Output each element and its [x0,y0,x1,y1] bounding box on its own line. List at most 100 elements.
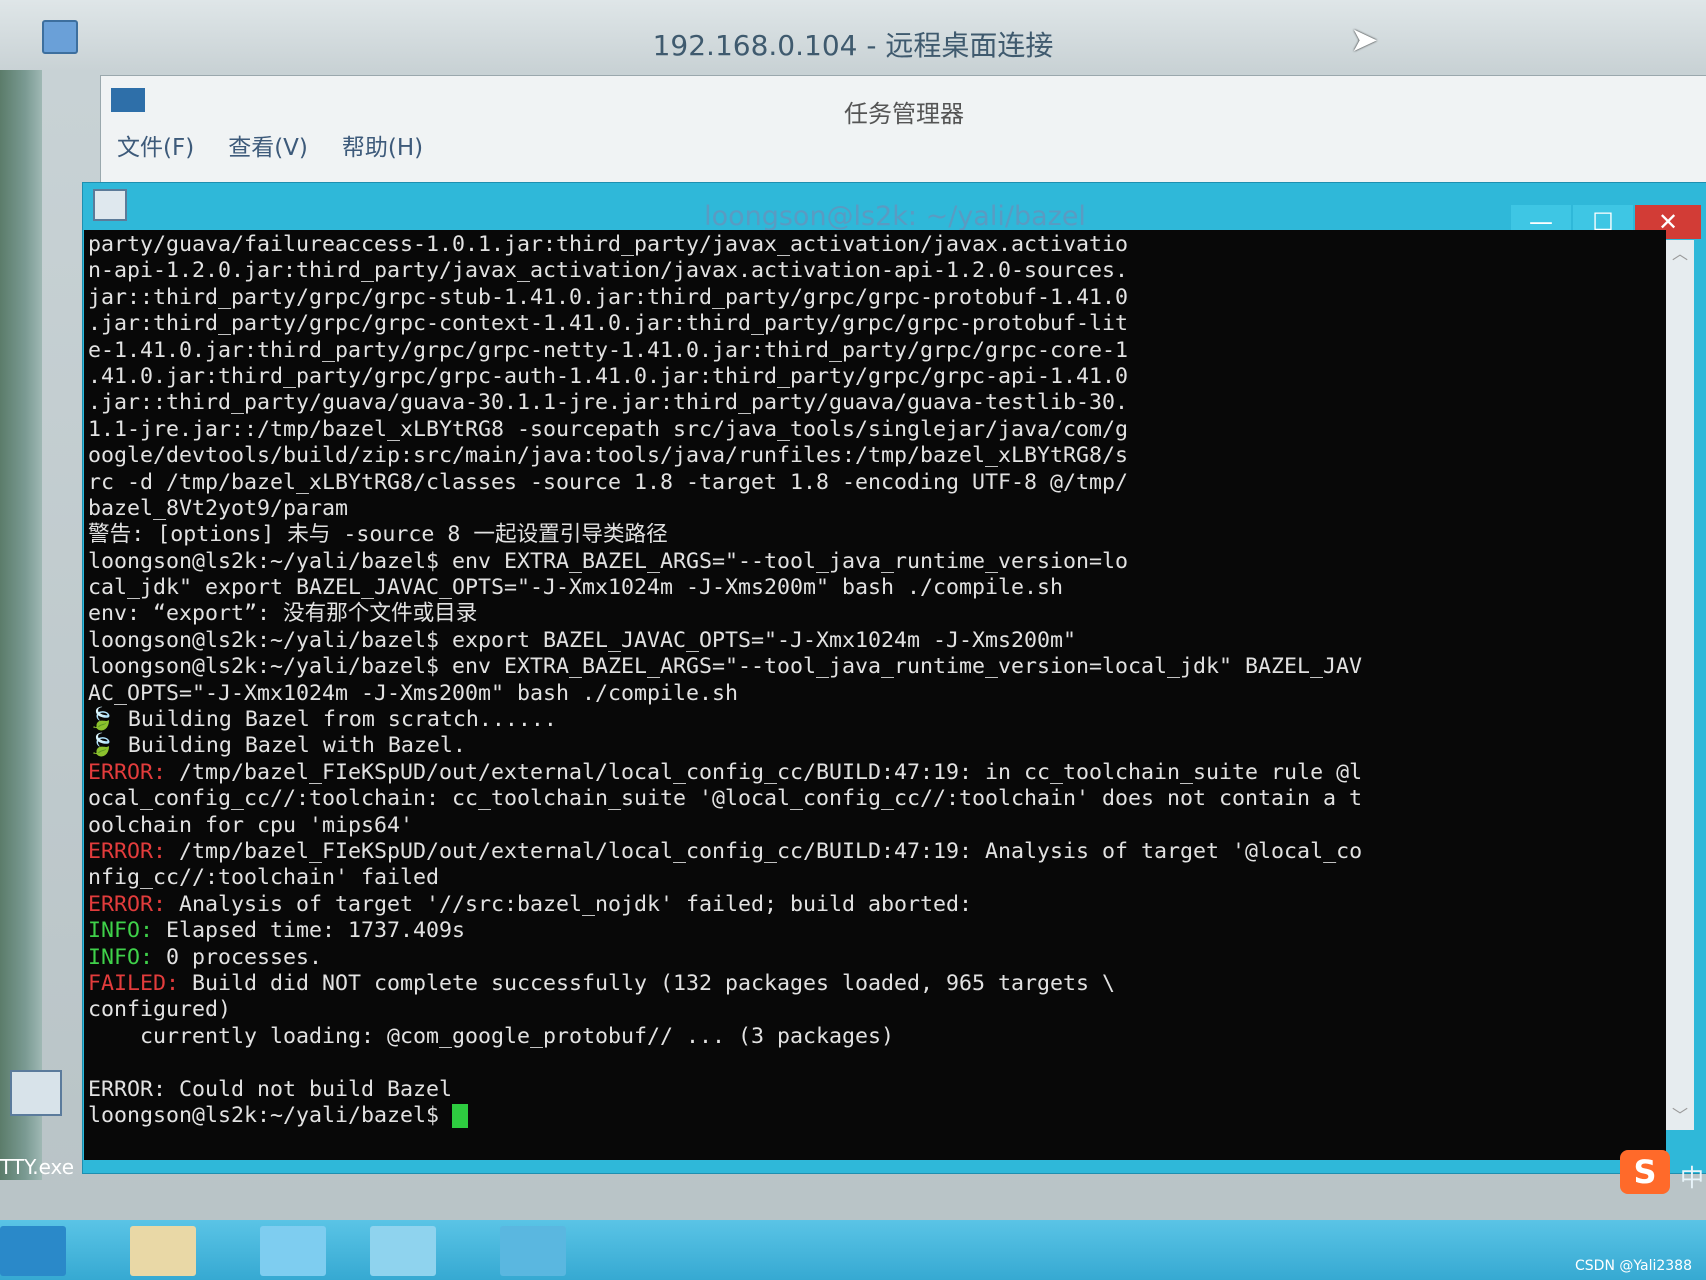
menu-help[interactable]: 帮助(H) [342,128,423,162]
rdp-titlebar: 192.168.0.104 - 远程桌面连接 ➤ [0,0,1706,70]
terminal-line-text: nfig_cc//:toolchain' failed [88,865,440,891]
terminal-line: currently loading: @com_google_protobuf/… [88,1024,1362,1050]
menu-file[interactable]: 文件(F) [117,128,194,162]
terminal-line-text: loongson@ls2k:~/yali/bazel$ env EXTRA_BA… [88,548,1129,574]
terminal-line: AC_OPTS="-J-Xmx1024m -J-Xms200m" bash ./… [88,681,1362,707]
rdp-title: 192.168.0.104 - 远程桌面连接 [652,29,1054,62]
terminal-line: oogle/devtools/build/zip:src/main/java:t… [88,443,1362,469]
terminal-line: loongson@ls2k:~/yali/bazel$ env EXTRA_BA… [88,654,1362,680]
terminal-line-text: currently loading: @com_google_protobuf/… [88,1023,895,1049]
terminal-line: cal_jdk" export BAZEL_JAVAC_OPTS="-J-Xmx… [88,575,1362,601]
terminal-line: 警告: [options] 未与 -source 8 一起设置引导类路径 [88,522,1362,548]
terminal-line: bazel_8Vt2yot9/param [88,496,1362,522]
terminal-line: INFO: Elapsed time: 1737.409s [88,918,1362,944]
terminal-line-text: 🍃 Building Bazel with Bazel. [88,733,466,759]
terminal-line: 🍃 Building Bazel with Bazel. [88,733,1362,759]
taskbar [0,1220,1706,1280]
terminal-line: ERROR: /tmp/bazel_FIeKSpUD/out/external/… [88,839,1362,865]
taskbar-putty-button[interactable] [370,1226,436,1276]
log-level-label: ERROR: [88,891,167,917]
task-manager-window: 任务管理器 文件(F) 查看(V) 帮助(H) [100,75,1706,187]
terminal-line: rc -d /tmp/bazel_xLBYtRG8/classes -sourc… [88,470,1362,496]
terminal-lines: party/guava/failureaccess-1.0.1.jar:thir… [88,232,1362,1129]
terminal-line: .jar::third_party/guava/guava-30.1.1-jre… [88,390,1362,416]
terminal-line-text: oolchain for cpu 'mips64' [88,812,414,838]
taskbar-explorer-button[interactable] [130,1226,196,1276]
desktop-background-strip [0,70,42,1180]
terminal-line: 1.1-jre.jar::/tmp/bazel_xLBYtRG8 -source… [88,417,1362,443]
terminal-line-text: ocal_config_cc//:toolchain: cc_toolchain… [88,786,1363,812]
mouse-pointer-icon: ➤ [1350,20,1379,60]
terminal-line: n-api-1.2.0.jar:third_party/javax_activa… [88,258,1362,284]
menu-view[interactable]: 查看(V) [228,128,308,162]
terminal-line-text: party/guava/failureaccess-1.0.1.jar:thir… [88,232,1129,257]
terminal-line: nfig_cc//:toolchain' failed [88,865,1362,891]
terminal-line-text: jar::third_party/grpc/grpc-stub-1.41.0.j… [88,284,1129,310]
terminal-line-text: bazel_8Vt2yot9/param [88,495,349,521]
terminal-line-text: loongson@ls2k:~/yali/bazel$ env EXTRA_BA… [88,654,1363,680]
terminal-cursor [452,1103,469,1128]
task-manager-title: 任务管理器 [844,100,964,128]
terminal-line-text: 0 processes. [153,944,323,970]
putty-desktop-label[interactable]: TTY.exe [0,1155,74,1179]
terminal-line: 🍃 Building Bazel from scratch...... [88,707,1362,733]
terminal-line-text: cal_jdk" export BAZEL_JAVAC_OPTS="-J-Xmx… [88,575,1064,601]
terminal-line-text: Build did NOT complete successfully (132… [179,970,1116,996]
terminal-line: loongson@ls2k:~/yali/bazel$ env EXTRA_BA… [88,549,1362,575]
terminal-line-text: configured) [88,997,232,1023]
terminal-line-text: 警告: [options] 未与 -source 8 一起设置引导类路径 [88,522,668,548]
start-button[interactable] [0,1226,66,1276]
putty-desktop-icon[interactable] [10,1070,62,1116]
terminal-line: ERROR: Analysis of target '//src:bazel_n… [88,892,1362,918]
log-level-label: INFO: [88,944,154,970]
terminal-line-text: Analysis of target '//src:bazel_nojdk' f… [166,891,973,917]
terminal-line: env: “export”: 没有那个文件或目录 [88,601,1362,627]
terminal-line: oolchain for cpu 'mips64' [88,813,1362,839]
putty-title: loongson@ls2k: ~/yali/bazel [704,201,1086,232]
task-manager-menubar: 文件(F) 查看(V) 帮助(H) [117,128,423,162]
taskbar-browser-button[interactable] [260,1226,326,1276]
terminal-line-text: .jar:third_party/grpc/grpc-context-1.41.… [88,311,1129,337]
terminal-line: INFO: 0 processes. [88,945,1362,971]
terminal-line: .41.0.jar:third_party/grpc/grpc-auth-1.4… [88,364,1362,390]
terminal-line-text: rc -d /tmp/bazel_xLBYtRG8/classes -sourc… [88,469,1129,495]
terminal-line: loongson@ls2k:~/yali/bazel$ export BAZEL… [88,628,1362,654]
watermark: CSDN @Yali2388 [1575,1258,1692,1274]
terminal-line: ERROR: /tmp/bazel_FIeKSpUD/out/external/… [88,760,1362,786]
terminal-line-text: /tmp/bazel_FIeKSpUD/out/external/local_c… [166,759,1363,785]
terminal-line-text: /tmp/bazel_FIeKSpUD/out/external/local_c… [166,838,1363,864]
log-level-label: FAILED: [88,970,180,996]
ime-indicator[interactable]: 中 [1680,1158,1704,1193]
scroll-up-icon[interactable]: ︿ [1666,240,1694,268]
terminal-line: ocal_config_cc//:toolchain: cc_toolchain… [88,786,1362,812]
taskbar-app-button[interactable] [500,1226,566,1276]
terminal-line: jar::third_party/grpc/grpc-stub-1.41.0.j… [88,285,1362,311]
terminal-line: .jar:third_party/grpc/grpc-context-1.41.… [88,311,1362,337]
terminal-line-text: .41.0.jar:third_party/grpc/grpc-auth-1.4… [88,363,1129,389]
terminal-line: configured) [88,997,1362,1023]
terminal-line-text: n-api-1.2.0.jar:third_party/javax_activa… [88,258,1129,284]
log-level-label: ERROR: [88,838,167,864]
terminal-line-text: AC_OPTS="-J-Xmx1024m -J-Xms200m" bash ./… [88,680,739,706]
log-level-label: ERROR: [88,759,167,785]
terminal-line-text: env: “export”: 没有那个文件或目录 [88,601,478,627]
ime-logo-icon[interactable]: S [1620,1150,1670,1194]
remote-desktop-window: 192.168.0.104 - 远程桌面连接 ➤ TTY.exe 任务管理器 文… [0,0,1706,1280]
terminal-line-text: ERROR: Could not build Bazel [88,1076,453,1102]
terminal-line-text: oogle/devtools/build/zip:src/main/java:t… [88,443,1129,469]
terminal-line: party/guava/failureaccess-1.0.1.jar:thir… [88,232,1362,258]
terminal-line-text: 1.1-jre.jar::/tmp/bazel_xLBYtRG8 -source… [88,416,1129,442]
log-level-label: INFO: [88,918,154,944]
terminal-scrollbar[interactable]: ︿ ﹀ [1666,240,1694,1130]
terminal-line-text: e-1.41.0.jar:third_party/grpc/grpc-netty… [88,337,1129,363]
terminal-line-text: Elapsed time: 1737.409s [153,918,466,944]
scroll-down-icon[interactable]: ﹀ [1666,1102,1694,1130]
terminal-prompt: loongson@ls2k:~/yali/bazel$ [88,1102,453,1128]
terminal-prompt-line[interactable]: loongson@ls2k:~/yali/bazel$ [88,1103,1362,1129]
terminal-line-text: .jar::third_party/guava/guava-30.1.1-jre… [88,390,1129,416]
terminal-line-text: loongson@ls2k:~/yali/bazel$ export BAZEL… [88,627,1077,653]
terminal-line: FAILED: Build did NOT complete successfu… [88,971,1362,997]
terminal-line-text: 🍃 Building Bazel from scratch...... [88,707,557,733]
terminal-output[interactable]: party/guava/failureaccess-1.0.1.jar:thir… [84,230,1666,1160]
